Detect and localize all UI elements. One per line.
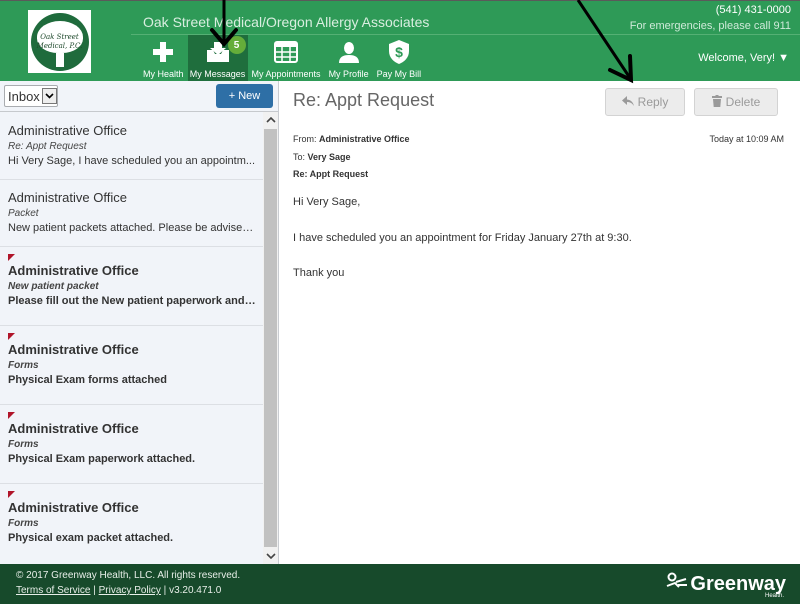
version: v3.20.471.0 — [169, 585, 222, 596]
unread-flag-icon — [8, 412, 15, 419]
site-title: Oak Street Medical/Oregon Allergy Associ… — [143, 14, 430, 30]
from-label: From: — [293, 134, 317, 144]
oak-tree-icon: Oak Street Medical, P.C. — [30, 12, 89, 71]
app-footer: © 2017 Greenway Health, LLC. All rights … — [0, 564, 800, 604]
greenway-figure-icon — [666, 572, 688, 596]
message-sender: Administrative Office — [8, 263, 139, 278]
message-list-panel: Inbox + New Administrative Office Re: Ap… — [0, 81, 279, 564]
reply-button[interactable]: Reply — [605, 88, 685, 116]
svg-text:$: $ — [395, 44, 403, 60]
message-list: Administrative Office Re: Appt Request H… — [0, 112, 264, 564]
message-preview: Please fill out the New patient paperwor… — [8, 295, 256, 307]
message-preview: Hi Very Sage, I have scheduled you an ap… — [8, 155, 256, 167]
message-subject: Forms — [8, 439, 39, 450]
nav-my-profile[interactable]: My Profile — [325, 35, 373, 82]
message-list-item[interactable]: Administrative Office Re: Appt Request H… — [0, 112, 264, 180]
nav-label: My Appointments — [251, 69, 321, 79]
phone-number: (541) 431-0000 — [715, 4, 791, 16]
folder-select-value: Inbox — [8, 88, 40, 104]
privacy-policy-link[interactable]: Privacy Policy — [99, 585, 161, 596]
message-body-line: I have scheduled you an appointment for … — [293, 232, 632, 244]
message-preview: Physical Exam paperwork attached. — [8, 453, 196, 465]
main-nav: My Health 5 My Messages My Appointments … — [139, 35, 425, 82]
delete-button[interactable]: Delete — [694, 88, 778, 116]
nav-my-health[interactable]: My Health — [139, 35, 188, 82]
chevron-up-icon[interactable] — [263, 112, 278, 128]
message-preview: Physical exam packet attached. — [8, 532, 174, 544]
message-re: Re: Appt Request — [293, 169, 368, 179]
chevron-down-icon[interactable] — [263, 548, 278, 564]
message-subject: New patient packet — [8, 281, 99, 292]
message-subject: Re: Appt Request — [8, 141, 87, 152]
message-title: Re: Appt Request — [293, 90, 435, 110]
nav-my-messages[interactable]: 5 My Messages — [187, 35, 248, 82]
message-list-item[interactable]: Administrative Office Forms Physical Exa… — [0, 405, 264, 484]
message-sender: Administrative Office — [8, 190, 127, 205]
practice-logo[interactable]: Oak Street Medical, P.C. — [28, 10, 91, 73]
scrollbar-thumb[interactable] — [264, 129, 277, 547]
emergency-notice: For emergencies, please call 911 — [629, 20, 791, 32]
message-preview: Physical Exam forms attached — [8, 374, 167, 386]
message-list-item[interactable]: Administrative Office Forms Physical Exa… — [0, 326, 264, 405]
message-sender: Administrative Office — [8, 500, 139, 515]
message-list-scrollbar[interactable] — [263, 112, 278, 564]
copyright: © 2017 Greenway Health, LLC. All rights … — [16, 570, 241, 581]
re-value: Re: Appt Request — [293, 169, 369, 179]
reply-label: Reply — [637, 95, 669, 109]
unread-flag-icon — [8, 333, 15, 340]
message-date: Today at 10:09 AM — [709, 134, 784, 144]
message-list-item[interactable]: Administrative Office New patient packet… — [0, 247, 264, 326]
delete-label: Delete — [725, 95, 761, 109]
to-label: To: — [293, 152, 306, 162]
message-list-item[interactable]: Administrative Office Forms Physical exa… — [0, 484, 264, 563]
message-to: To: Very Sage — [293, 152, 351, 162]
message-list-item[interactable]: Administrative Office Packet New patient… — [0, 180, 264, 247]
message-subject: Forms — [8, 360, 39, 371]
message-detail-panel: Re: Appt Request Reply Delete From: Admi… — [280, 81, 800, 564]
nav-pay-my-bill[interactable]: $ Pay My Bill — [373, 35, 426, 82]
to-value: Very Sage — [307, 152, 351, 162]
footer-links: Terms of Service | Privacy Policy | v3.2… — [16, 585, 221, 596]
logo-text-line1: Oak Street — [40, 32, 79, 41]
new-message-button[interactable]: + New — [216, 84, 273, 108]
from-value: Administrative Office — [319, 134, 410, 144]
message-preview: New patient packets attached. Please be … — [8, 222, 256, 234]
unread-flag-icon — [8, 491, 15, 498]
unread-count-badge: 5 — [227, 36, 246, 54]
message-sender: Administrative Office — [8, 421, 139, 436]
message-sender: Administrative Office — [8, 123, 127, 138]
message-body-line: Thank you — [293, 267, 345, 279]
terms-of-service-link[interactable]: Terms of Service — [16, 585, 90, 596]
dollar-shield-icon: $ — [386, 39, 412, 65]
message-subject: Packet — [8, 208, 39, 219]
chevron-down-icon — [41, 88, 57, 104]
brand-sub: Health. — [764, 593, 784, 599]
nav-my-appointments[interactable]: My Appointments — [248, 35, 325, 82]
person-icon — [336, 39, 362, 65]
logo-text-line2: Medical, P.C. — [36, 41, 83, 50]
user-menu[interactable]: Welcome, Very! ▼ — [698, 52, 789, 64]
nav-label: Pay My Bill — [376, 69, 422, 79]
calendar-grid-icon — [273, 39, 299, 65]
nav-label: My Health — [143, 69, 184, 79]
nav-label: My Messages — [189, 69, 246, 79]
trash-icon — [711, 94, 722, 110]
app-header: Oak Street Medical, P.C. Oak Street Medi… — [0, 0, 800, 82]
folder-select[interactable]: Inbox — [4, 85, 58, 107]
message-from: From: Administrative Office — [293, 134, 410, 144]
list-toolbar: Inbox + New — [0, 81, 278, 112]
inbox-icon — [205, 39, 231, 65]
message-subject: Forms — [8, 518, 39, 529]
plus-icon — [150, 39, 176, 65]
message-body-line: Hi Very Sage, — [293, 196, 361, 208]
nav-label: My Profile — [328, 69, 369, 79]
reply-icon — [621, 95, 634, 109]
unread-flag-icon — [8, 254, 15, 261]
message-sender: Administrative Office — [8, 342, 139, 357]
